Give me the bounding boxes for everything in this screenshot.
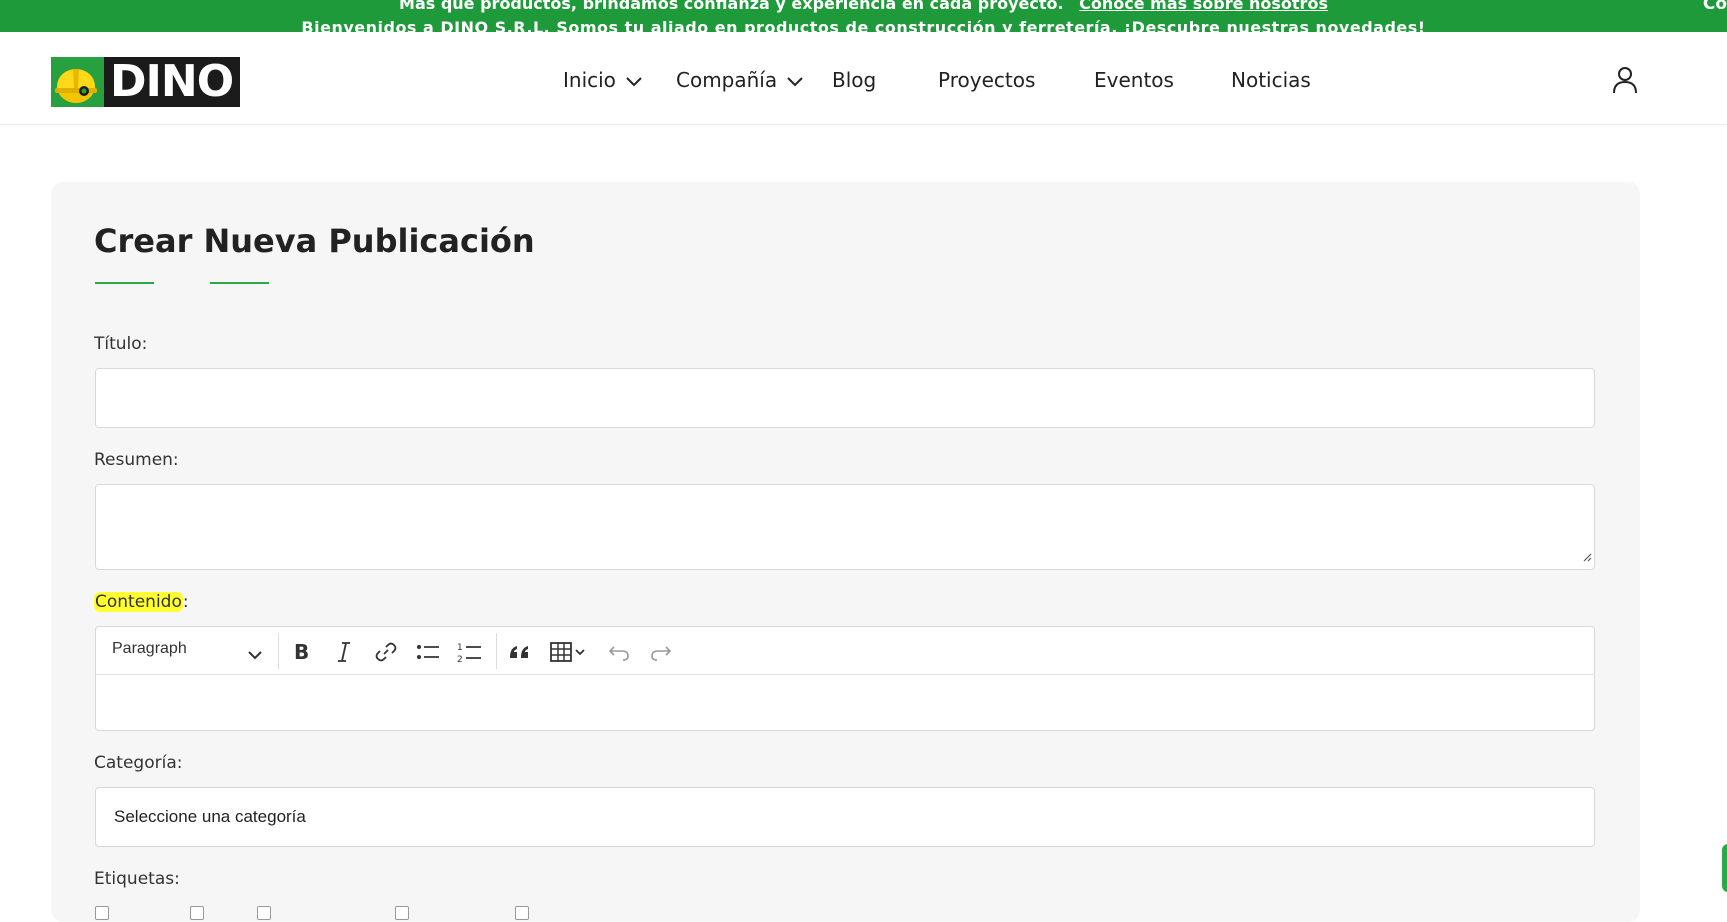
announcement-edge-text: Co bbox=[1702, 0, 1727, 14]
floating-side-tab[interactable] bbox=[1722, 844, 1727, 892]
main-nav: Inicio Compañía Blog Proyectos Eventos N… bbox=[0, 32, 1727, 124]
bold-icon[interactable]: B bbox=[289, 639, 315, 665]
nav-item-label: Inicio bbox=[563, 68, 616, 92]
redo-icon[interactable] bbox=[648, 639, 674, 665]
nav-item-label: Compañía bbox=[676, 68, 778, 92]
site-header: DINO Inicio Compañía Blog Proyectos Even… bbox=[0, 32, 1727, 125]
title-underline-right bbox=[210, 282, 269, 284]
svg-text:2: 2 bbox=[457, 655, 463, 665]
announcement-message: Más que productos, brindamos confianza y… bbox=[399, 0, 1064, 13]
chevron-down-icon bbox=[787, 68, 803, 92]
svg-text:1: 1 bbox=[457, 643, 463, 653]
categoria-label: Categoría: bbox=[94, 753, 183, 773]
nav-item-proyectos[interactable]: Proyectos bbox=[938, 68, 1035, 92]
toolbar-divider bbox=[278, 633, 279, 669]
user-icon[interactable] bbox=[1612, 66, 1638, 99]
tag-checkbox[interactable] bbox=[190, 906, 204, 920]
categoria-select-value: Seleccione una categoría bbox=[114, 807, 306, 826]
contenido-label-colon: : bbox=[182, 592, 189, 612]
announcement-line: Más que productos, brindamos confianza y… bbox=[0, 0, 1727, 13]
paragraph-select[interactable]: Paragraph bbox=[112, 640, 187, 658]
tag-checkbox[interactable] bbox=[257, 906, 271, 920]
contenido-label-highlight: Contenido bbox=[94, 592, 183, 612]
titulo-input[interactable] bbox=[95, 368, 1595, 428]
blockquote-icon[interactable] bbox=[507, 639, 533, 665]
categoria-select[interactable]: Seleccione una categoría bbox=[95, 787, 1595, 847]
nav-item-blog[interactable]: Blog bbox=[832, 68, 876, 92]
nav-item-label: Proyectos bbox=[938, 68, 1036, 92]
nav-item-eventos[interactable]: Eventos bbox=[1094, 68, 1174, 92]
link-icon[interactable] bbox=[373, 639, 399, 665]
tag-checkbox[interactable] bbox=[95, 906, 109, 920]
resumen-textarea[interactable] bbox=[95, 484, 1595, 570]
about-us-link[interactable]: Conoce más sobre nosotros bbox=[1079, 0, 1328, 13]
bulleted-list-icon[interactable] bbox=[415, 639, 441, 665]
titulo-label: Título: bbox=[94, 334, 148, 354]
svg-text:B: B bbox=[294, 640, 309, 664]
nav-item-label: Blog bbox=[832, 68, 877, 92]
contenido-label: Contenido: bbox=[94, 592, 189, 612]
italic-icon[interactable] bbox=[331, 639, 357, 665]
page-title: Crear Nueva Publicación bbox=[94, 222, 535, 260]
chevron-down-icon[interactable] bbox=[248, 647, 262, 665]
nav-item-label: Noticias bbox=[1231, 68, 1311, 92]
content-editor[interactable] bbox=[95, 674, 1595, 731]
toolbar-divider bbox=[496, 633, 497, 669]
nav-item-inicio[interactable]: Inicio bbox=[563, 68, 642, 92]
undo-icon[interactable] bbox=[606, 639, 632, 665]
nav-item-noticias[interactable]: Noticias bbox=[1231, 68, 1311, 92]
etiquetas-label: Etiquetas: bbox=[94, 869, 180, 889]
editor-toolbar: Paragraph B 1 2 bbox=[95, 626, 1595, 675]
title-underline-left bbox=[95, 282, 154, 284]
tag-checkbox[interactable] bbox=[395, 906, 409, 920]
nav-item-compania[interactable]: Compañía bbox=[676, 68, 803, 92]
table-icon[interactable] bbox=[549, 639, 597, 665]
resize-grip-icon[interactable] bbox=[1582, 549, 1592, 567]
numbered-list-icon[interactable]: 1 2 bbox=[457, 639, 483, 665]
announcement-bar: Más que productos, brindamos confianza y… bbox=[0, 0, 1727, 32]
announcement-marquee: Bienvenidos a DINO S.R.L. Somos tu aliad… bbox=[301, 18, 1426, 32]
resumen-label: Resumen: bbox=[94, 450, 179, 470]
tag-checkbox[interactable] bbox=[515, 906, 529, 920]
chevron-down-icon bbox=[626, 68, 642, 92]
nav-item-label: Eventos bbox=[1094, 68, 1174, 92]
